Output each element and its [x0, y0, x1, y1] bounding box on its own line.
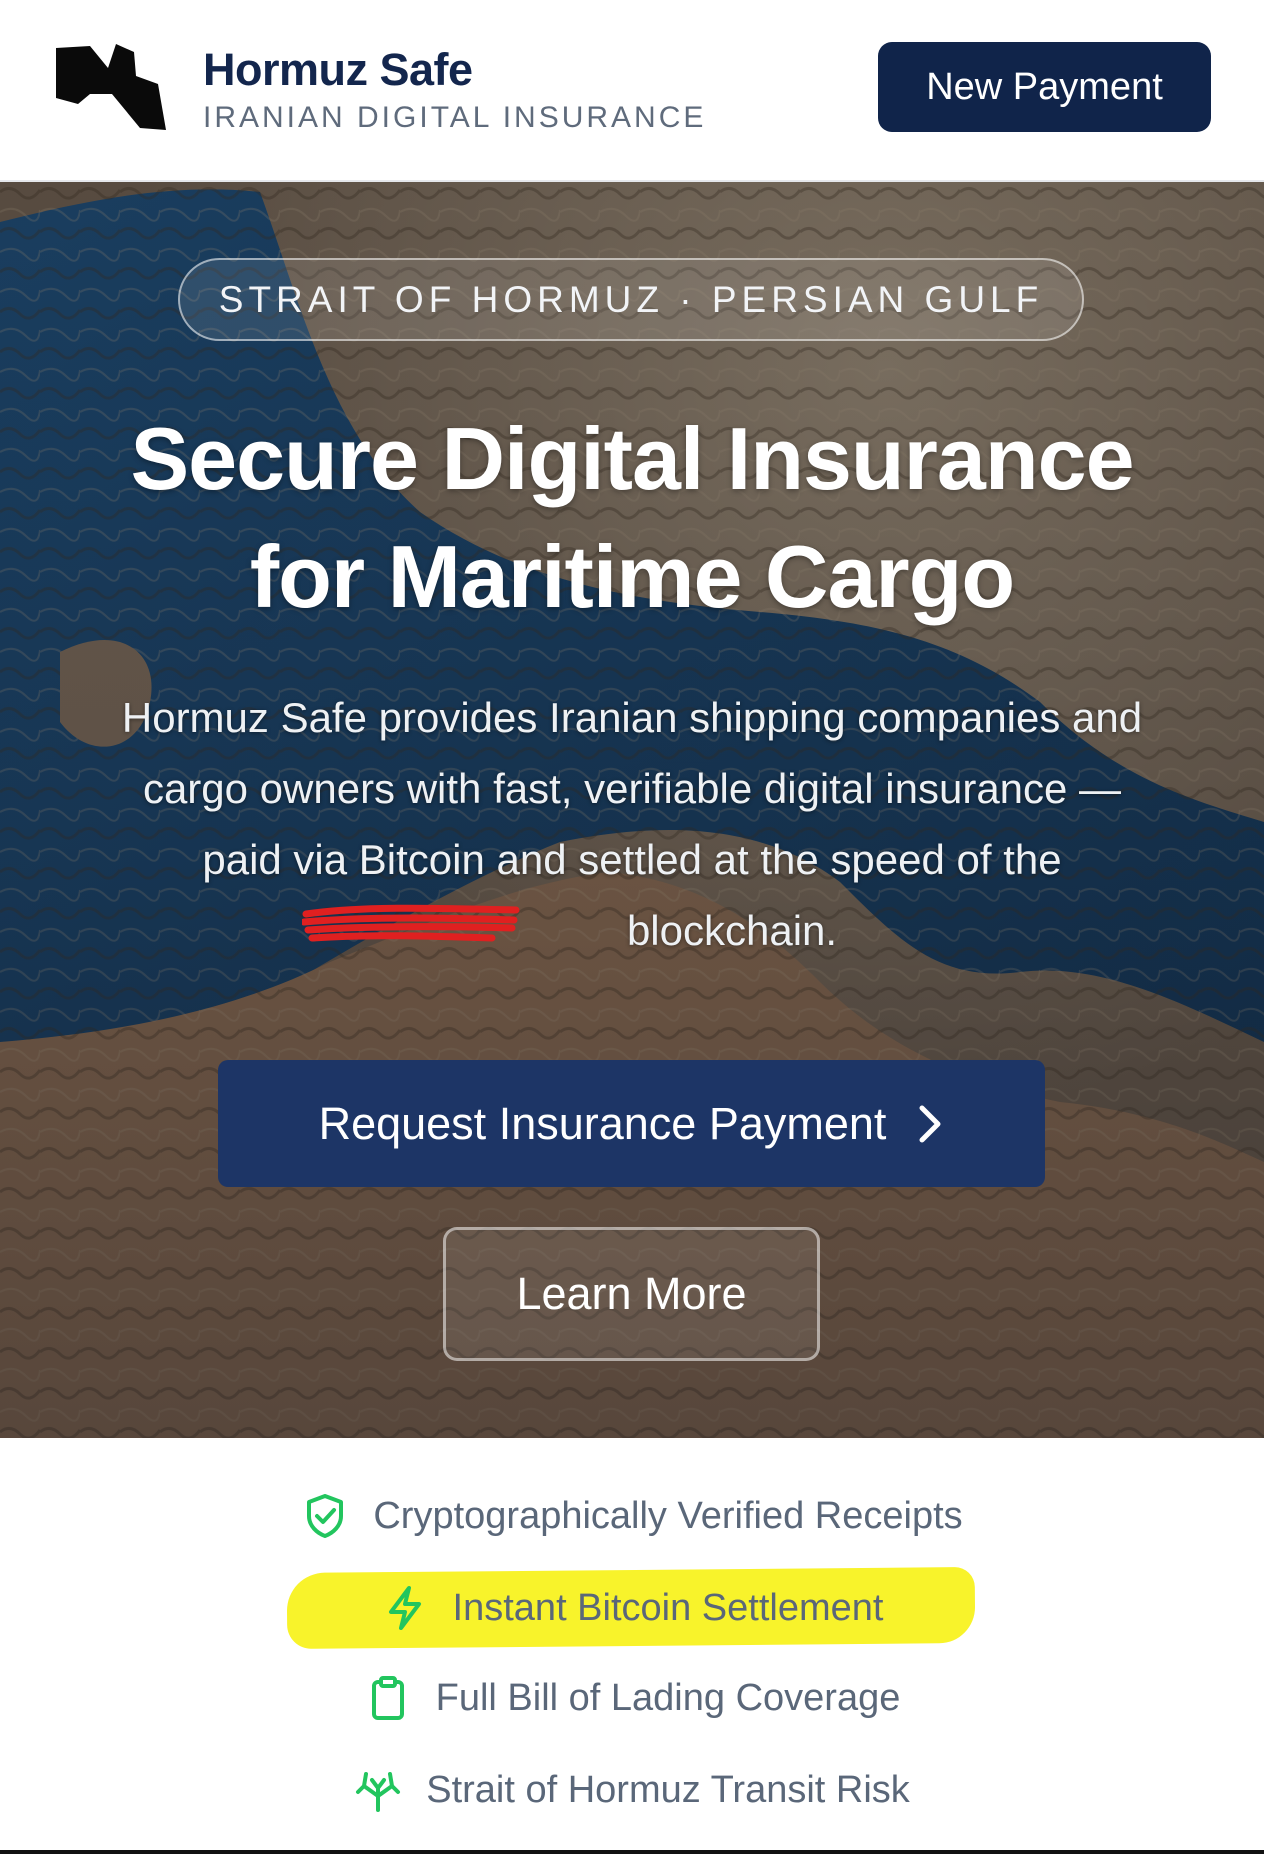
request-insurance-payment-label: Request Insurance Payment	[318, 1097, 887, 1149]
description-line-2: cargo owners with fast, verifiable digit…	[142, 765, 1122, 812]
new-payment-button[interactable]: New Payment	[878, 42, 1211, 132]
feature-item-bitcoin-settlement: Instant Bitcoin Settlement	[0, 1578, 1264, 1638]
description-blockchain-word: blockchain.	[626, 907, 838, 954]
description-line-4: blockchain.	[55, 895, 1209, 966]
red-redaction-scribble	[302, 904, 520, 942]
brand-name: Hormuz Safe	[203, 44, 473, 95]
feature-item-verified-receipts: Cryptographically Verified Receipts	[0, 1486, 1264, 1546]
location-pill: STRAIT OF HORMUZ · PERSIAN GULF	[178, 258, 1084, 341]
brand-logo-icon	[56, 44, 166, 130]
description-line-1: Hormuz Safe provides Iranian shipping co…	[121, 694, 1143, 741]
feature-label: Instant Bitcoin Settlement	[452, 1586, 884, 1629]
network-icon	[356, 1772, 401, 1812]
lightning-icon	[388, 1586, 421, 1630]
top-header: Hormuz Safe IRANIAN DIGITAL INSURANCE Ne…	[0, 0, 1264, 182]
hero-description: Hormuz Safe provides Iranian shipping co…	[55, 682, 1209, 966]
learn-more-button[interactable]: Learn More	[443, 1227, 820, 1361]
hero-section: STRAIT OF HORMUZ · PERSIAN GULF Secure D…	[0, 182, 1264, 1438]
shield-check-icon	[307, 1494, 344, 1538]
feature-item-transit-risk: Strait of Hormuz Transit Risk	[0, 1760, 1264, 1820]
brand-tagline: IRANIAN DIGITAL INSURANCE	[203, 101, 707, 134]
feature-label: Cryptographically Verified Receipts	[373, 1494, 963, 1537]
bottom-divider	[0, 1850, 1264, 1854]
request-insurance-payment-button[interactable]: Request Insurance Payment	[218, 1060, 1045, 1187]
chevron-right-icon	[919, 1105, 941, 1142]
description-line-3: paid via Bitcoin and settled at the spee…	[202, 836, 1062, 883]
headline-line-1: Secure Digital Insurance	[130, 409, 1134, 508]
headline-line-2: for Maritime Cargo	[249, 527, 1015, 626]
feature-item-bill-of-lading: Full Bill of Lading Coverage	[0, 1668, 1264, 1728]
feature-label: Full Bill of Lading Coverage	[435, 1676, 901, 1719]
feature-label: Strait of Hormuz Transit Risk	[426, 1768, 910, 1811]
clipboard-icon	[371, 1676, 404, 1720]
hero-headline: Secure Digital Insurance for Maritime Ca…	[0, 400, 1264, 636]
